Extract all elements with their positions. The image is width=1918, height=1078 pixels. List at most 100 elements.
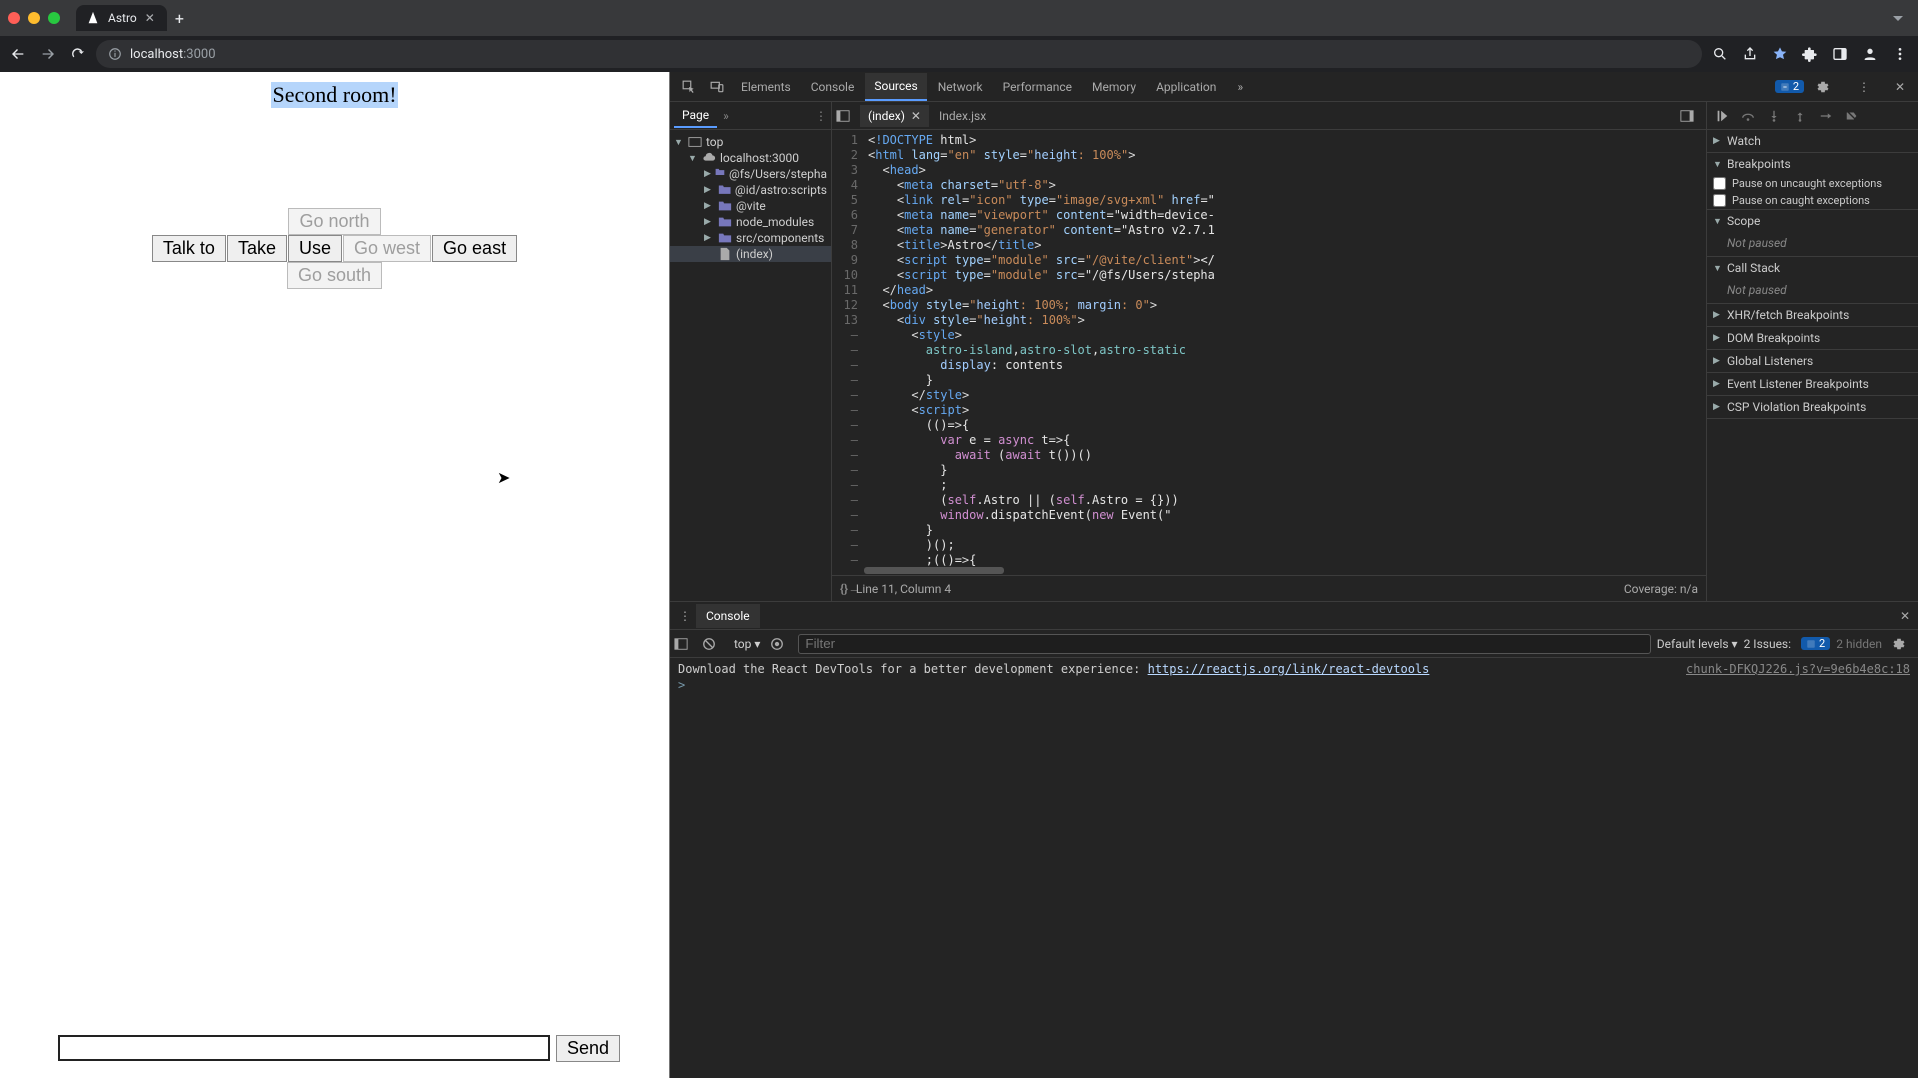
folder-icon <box>715 167 725 181</box>
take-button[interactable]: Take <box>227 235 287 262</box>
console-hidden-count: 2 hidden <box>1836 637 1882 651</box>
pause-caught-checkbox[interactable] <box>1713 194 1726 207</box>
chevron-down-icon[interactable] <box>1886 6 1910 30</box>
window-zoom-button[interactable] <box>48 12 60 24</box>
code-editor[interactable]: 12345678910111213–––––––––––––––––– <!DO… <box>832 130 1706 567</box>
navigator-kebab-icon[interactable]: ⋮ <box>815 109 827 123</box>
extensions-icon[interactable] <box>1798 42 1822 66</box>
tab-application[interactable]: Application <box>1147 74 1225 100</box>
callstack-section[interactable]: ▼Call Stack <box>1707 257 1918 279</box>
kebab-menu-icon[interactable] <box>1888 42 1912 66</box>
tab-elements[interactable]: Elements <box>732 74 800 100</box>
console-filter-input[interactable] <box>798 634 1650 654</box>
deactivate-breakpoints-icon[interactable] <box>1841 105 1863 127</box>
tab-network[interactable]: Network <box>929 74 992 100</box>
global-listeners-section[interactable]: ▶Global Listeners <box>1707 350 1918 372</box>
device-toolbar-icon[interactable] <box>704 80 730 94</box>
console-issues-label: 2 Issues: <box>1744 637 1791 651</box>
url-port: :3000 <box>183 47 215 62</box>
chat-input[interactable] <box>58 1035 550 1061</box>
tab-performance[interactable]: Performance <box>994 74 1081 100</box>
forward-button[interactable] <box>36 42 60 66</box>
tab-console[interactable]: Console <box>802 74 864 100</box>
window-minimize-button[interactable] <box>28 12 40 24</box>
step-out-icon[interactable] <box>1789 105 1811 127</box>
step-into-icon[interactable] <box>1763 105 1785 127</box>
console-drawer-tab[interactable]: Console <box>696 604 760 628</box>
scope-section[interactable]: ▼Scope <box>1707 210 1918 232</box>
go-west-button[interactable]: Go west <box>343 235 431 262</box>
devtools-close-button[interactable]: ✕ <box>1888 80 1912 94</box>
tab-close-button[interactable]: ✕ <box>145 11 155 25</box>
event-listener-breakpoints-section[interactable]: ▶Event Listener Breakpoints <box>1707 373 1918 395</box>
console-settings-icon[interactable] <box>1892 637 1914 651</box>
go-north-button[interactable]: Go north <box>288 208 380 235</box>
tab-memory[interactable]: Memory <box>1083 74 1145 100</box>
pretty-print-icon[interactable]: {} <box>840 582 848 596</box>
devtools-kebab-icon[interactable]: ⋮ <box>1852 80 1876 94</box>
share-icon[interactable] <box>1738 42 1762 66</box>
clear-console-icon[interactable] <box>702 637 724 651</box>
go-south-button[interactable]: Go south <box>287 262 382 289</box>
send-button[interactable]: Send <box>556 1035 620 1062</box>
editor-tab-indexjsx[interactable]: Index.jsx <box>931 105 994 127</box>
step-over-icon[interactable] <box>1737 105 1759 127</box>
csp-breakpoints-section[interactable]: ▶CSP Violation Breakpoints <box>1707 396 1918 418</box>
editor-tab-index[interactable]: (index) ✕ <box>860 105 929 127</box>
dom-breakpoints-section[interactable]: ▶DOM Breakpoints <box>1707 327 1918 349</box>
folder-icon <box>718 183 731 197</box>
editor-horizontal-scrollbar[interactable] <box>864 567 1706 575</box>
toggle-navigator-icon[interactable] <box>836 109 858 123</box>
url-host: localhost <box>130 47 183 62</box>
use-button[interactable]: Use <box>288 235 342 262</box>
live-expression-icon[interactable] <box>770 637 792 651</box>
zoom-icon[interactable] <box>1708 42 1732 66</box>
cursor-position: Line 11, Column 4 <box>856 582 951 596</box>
navigator-tab-page[interactable]: Page <box>674 104 717 128</box>
console-issues-badge[interactable]: 2 <box>1801 637 1830 650</box>
go-east-button[interactable]: Go east <box>432 235 517 262</box>
console-log-source[interactable]: chunk-DFKQJ226.js?v=9e6b4e8c:18 <box>1686 662 1910 676</box>
folder-icon <box>718 199 732 213</box>
site-info-icon[interactable] <box>108 47 122 61</box>
resume-icon[interactable] <box>1711 105 1733 127</box>
xhr-breakpoints-section[interactable]: ▶XHR/fetch Breakpoints <box>1707 304 1918 326</box>
talk-to-button[interactable]: Talk to <box>152 235 226 262</box>
breakpoints-section[interactable]: ▼Breakpoints <box>1707 153 1918 175</box>
back-button[interactable] <box>6 42 30 66</box>
editor-tab-close-icon[interactable]: ✕ <box>911 109 921 123</box>
new-tab-button[interactable]: + <box>175 9 184 28</box>
tab-title: Astro <box>108 11 137 25</box>
file-icon <box>718 247 732 261</box>
issues-badge[interactable]: 2 <box>1775 80 1804 93</box>
navigator-more-icon[interactable]: » <box>723 109 729 123</box>
coverage-status: Coverage: n/a <box>1624 582 1698 596</box>
console-drawer-close-icon[interactable]: ✕ <box>1892 609 1918 623</box>
browser-tab[interactable]: Astro ✕ <box>76 5 167 31</box>
devtools-settings-icon[interactable] <box>1816 80 1840 94</box>
console-log-link[interactable]: https://reactjs.org/link/react-devtools <box>1148 662 1430 676</box>
bookmark-star-icon[interactable] <box>1768 42 1792 66</box>
address-bar[interactable]: localhost:3000 <box>96 40 1702 68</box>
chevron-down-icon: ▾ <box>754 637 760 651</box>
console-prompt[interactable]: > <box>678 678 1910 692</box>
page-title: Second room! <box>271 82 397 108</box>
side-panel-icon[interactable] <box>1828 42 1852 66</box>
toggle-debugger-icon[interactable] <box>1680 109 1702 123</box>
window-close-button[interactable] <box>8 12 20 24</box>
profile-icon[interactable] <box>1858 42 1882 66</box>
reload-button[interactable] <box>66 42 90 66</box>
step-icon[interactable] <box>1815 105 1837 127</box>
more-tabs-icon[interactable]: » <box>1227 80 1253 94</box>
console-drawer-kebab-icon[interactable]: ⋮ <box>674 609 696 623</box>
inspect-element-icon[interactable] <box>676 80 702 94</box>
console-sidebar-toggle-icon[interactable] <box>674 637 696 651</box>
chrome-titlebar: Astro ✕ + <box>0 0 1918 36</box>
pause-uncaught-checkbox[interactable] <box>1713 177 1726 190</box>
console-levels-selector[interactable]: Default levels ▾ <box>1657 637 1738 651</box>
file-tree[interactable]: ▼top ▼localhost:3000 ▶@fs/Users/stepha ▶… <box>670 130 831 601</box>
watch-section[interactable]: ▶Watch <box>1707 130 1918 152</box>
console-context-selector[interactable]: top ▾ <box>730 635 764 653</box>
folder-icon <box>718 215 732 229</box>
tab-sources[interactable]: Sources <box>865 73 926 101</box>
